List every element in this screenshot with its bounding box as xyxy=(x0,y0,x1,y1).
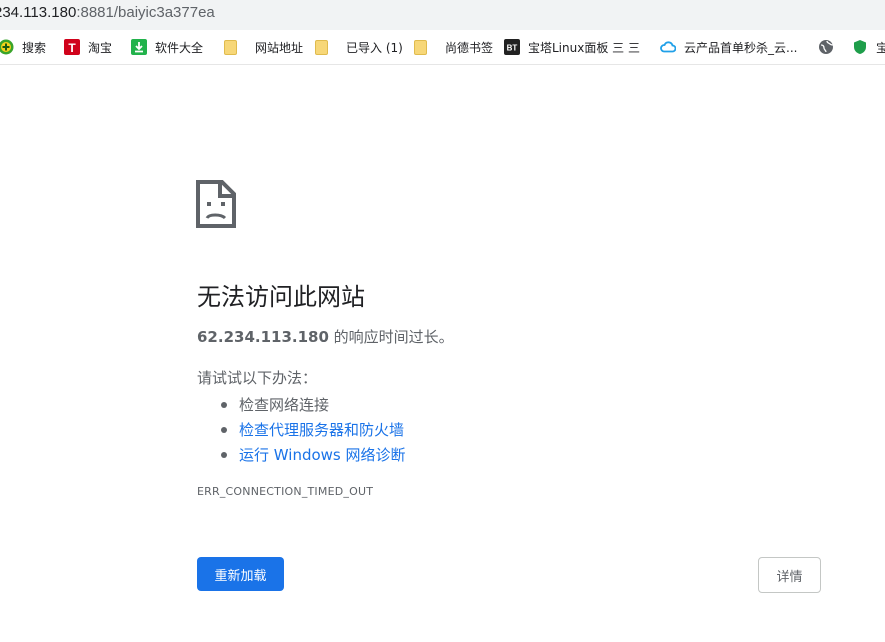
url-text[interactable]: 234.113.180:8881/baiyic3a377ea xyxy=(0,4,215,21)
svg-text:T: T xyxy=(68,41,76,55)
bookmark-label: 淘宝 xyxy=(88,40,113,55)
bookmark-bt-panel[interactable]: BT 宝塔Linux面板 三 三 xyxy=(504,38,640,56)
bookmark-folder-sites[interactable]: 网站地址 xyxy=(224,38,303,56)
sad-document-icon xyxy=(196,180,236,228)
download-icon xyxy=(131,39,147,55)
error-code: ERR_CONNECTION_TIMED_OUT xyxy=(197,485,374,498)
details-button[interactable]: 详情 xyxy=(758,557,821,593)
timeout-suffix: 的响应时间过长。 xyxy=(328,328,454,346)
svg-text:BT: BT xyxy=(507,44,518,53)
suggestion-run-diagnostics: 运行 Windows 网络诊断 xyxy=(197,442,406,467)
bookmark-label: 宝 xyxy=(876,40,885,55)
suggestion-text: 检查网络连接 xyxy=(239,395,330,414)
bookmark-label: 尚德书签 xyxy=(445,40,494,55)
check-proxy-link[interactable]: 检查代理服务器和防火墙 xyxy=(239,421,404,439)
taobao-icon: T xyxy=(64,39,80,55)
page-title: 无法访问此网站 xyxy=(197,283,365,311)
shield-icon xyxy=(852,39,868,55)
suggestion-check-proxy: 检查代理服务器和防火墙 xyxy=(197,417,406,442)
folder-icon xyxy=(224,39,237,55)
bookmark-label: 搜索 xyxy=(22,40,47,55)
folder-icon xyxy=(315,39,328,55)
suggestion-check-network: 检查网络连接 xyxy=(197,392,406,417)
run-diagnostics-link[interactable]: 运行 Windows 网络诊断 xyxy=(239,446,406,464)
cloud-icon xyxy=(660,39,677,55)
address-bar[interactable]: 234.113.180:8881/baiyic3a377ea xyxy=(0,0,885,30)
bookmark-shield[interactable]: 宝 xyxy=(852,38,885,56)
bookmark-cloud-sale[interactable]: 云产品首单秒杀_云... xyxy=(660,38,797,56)
bookmarks-bar: 搜索 T 淘宝 软件大全 网站地址 已导入 (1) 尚德书签 BT 宝塔Linu… xyxy=(0,30,885,65)
bookmark-globe[interactable] xyxy=(818,38,842,56)
search-360-icon xyxy=(0,39,14,55)
suggestions-label: 请试试以下办法： xyxy=(197,369,318,387)
host-name: 62.234.113.180 xyxy=(197,328,329,346)
bookmark-search[interactable]: 搜索 xyxy=(0,38,46,56)
url-path: :8881/baiyic3a377ea xyxy=(76,4,215,21)
bullet-icon xyxy=(221,426,227,433)
bullet-icon xyxy=(221,401,227,408)
bookmark-label: 云产品首单秒杀_云... xyxy=(684,40,798,55)
bullet-icon xyxy=(221,451,227,458)
bookmark-label: 宝塔Linux面板 三 三 xyxy=(528,40,640,55)
bookmark-folder-imported[interactable]: 已导入 (1) xyxy=(315,38,403,56)
url-host: 234.113.180 xyxy=(0,4,77,21)
bookmark-folder-shangde[interactable]: 尚德书签 xyxy=(414,38,493,56)
timeout-message: 62.234.113.180 的响应时间过长。 xyxy=(197,326,454,347)
bookmark-label: 已导入 (1) xyxy=(346,40,403,55)
bookmark-software[interactable]: 软件大全 xyxy=(131,38,203,56)
bt-icon: BT xyxy=(504,39,520,55)
bookmark-taobao[interactable]: T 淘宝 xyxy=(64,38,112,56)
suggestions-list: 检查网络连接 检查代理服务器和防火墙 运行 Windows 网络诊断 xyxy=(197,392,406,467)
error-icon-wrap xyxy=(196,180,826,232)
bookmark-label: 软件大全 xyxy=(155,40,204,55)
globe-icon xyxy=(818,39,834,55)
folder-icon xyxy=(414,39,427,55)
bookmark-label: 网站地址 xyxy=(255,40,304,55)
reload-button[interactable]: 重新加载 xyxy=(197,557,284,591)
